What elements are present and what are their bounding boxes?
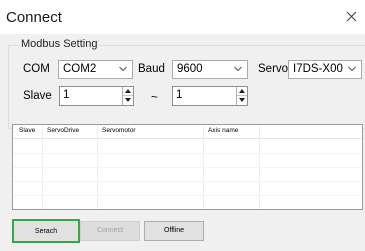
- dialog-body: Modbus Setting COM COM2 Baud 9600 Servo …: [0, 34, 365, 251]
- baud-select[interactable]: 9600: [172, 60, 248, 79]
- baud-select-value: 9600: [177, 63, 203, 75]
- column-header-axis-name[interactable]: Axis name: [208, 127, 238, 134]
- slave-to-decrement[interactable]: [237, 96, 247, 105]
- range-separator: ~: [151, 92, 158, 104]
- slave-from-spin-buttons: [122, 87, 133, 105]
- slave-to-value: 1: [176, 89, 183, 101]
- slave-from-value: 1: [63, 89, 70, 101]
- connect-button-label: Connect: [96, 227, 124, 234]
- column-header-slave[interactable]: Slave: [19, 127, 35, 134]
- offline-button-label: Offline: [163, 227, 185, 234]
- column-header-servodrive[interactable]: ServoDrive: [47, 127, 79, 134]
- row-divider: [13, 153, 362, 154]
- chevron-down-icon: [234, 66, 242, 72]
- arrow-down-icon: [239, 98, 245, 102]
- slave-to-spinner[interactable]: 1: [172, 86, 248, 106]
- servo-select[interactable]: I7DS-X00: [288, 60, 362, 79]
- com-select[interactable]: COM2: [58, 60, 133, 79]
- offline-button[interactable]: Offline: [144, 221, 204, 241]
- row-divider: [13, 181, 362, 182]
- chevron-down-icon: [348, 66, 356, 72]
- slave-from-decrement[interactable]: [123, 96, 133, 105]
- arrow-up-icon: [125, 89, 131, 93]
- window-title: Connect: [6, 9, 62, 26]
- row-divider: [13, 195, 362, 196]
- slave-to-spin-buttons: [236, 87, 247, 105]
- baud-label: Baud: [138, 63, 165, 75]
- search-button[interactable]: Serach: [12, 219, 80, 243]
- close-button[interactable]: [341, 0, 365, 30]
- table-header: Slave ServoDrive Servomotor Axis name: [13, 125, 362, 139]
- row-divider: [13, 167, 362, 168]
- slave-to-increment[interactable]: [237, 87, 247, 96]
- com-select-value: COM2: [63, 63, 97, 75]
- slave-from-increment[interactable]: [123, 87, 133, 96]
- connect-button[interactable]: Connect: [80, 221, 140, 241]
- chevron-down-icon: [119, 66, 127, 72]
- servo-select-value: I7DS-X00: [293, 63, 343, 75]
- search-button-label: Serach: [34, 228, 58, 235]
- slave-list-table[interactable]: Slave ServoDrive Servomotor Axis name: [12, 124, 363, 210]
- arrow-down-icon: [125, 98, 131, 102]
- slave-label: Slave: [23, 90, 52, 102]
- close-icon: [346, 11, 357, 22]
- servo-label: Servo: [258, 63, 289, 75]
- slave-from-spinner[interactable]: 1: [59, 86, 134, 106]
- com-label: COM: [23, 63, 50, 75]
- arrow-up-icon: [239, 89, 245, 93]
- modbus-setting-legend: Modbus Setting: [19, 38, 100, 50]
- title-bar: Connect: [0, 0, 365, 34]
- column-header-servomotor[interactable]: Servomotor: [102, 127, 136, 134]
